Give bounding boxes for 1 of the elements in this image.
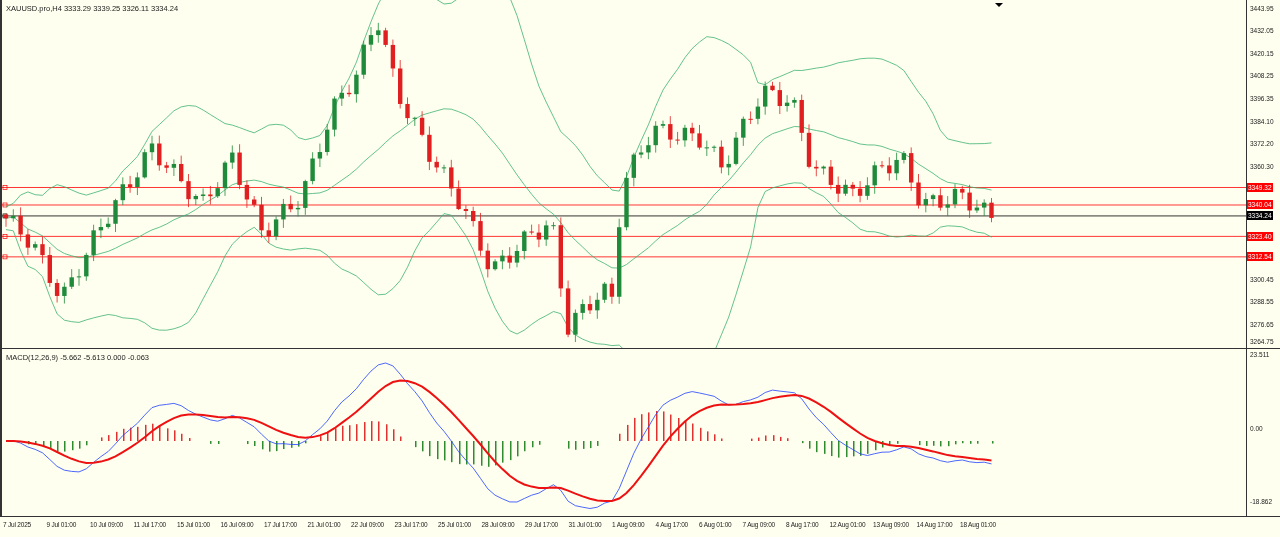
triangle-icon xyxy=(995,3,1003,7)
